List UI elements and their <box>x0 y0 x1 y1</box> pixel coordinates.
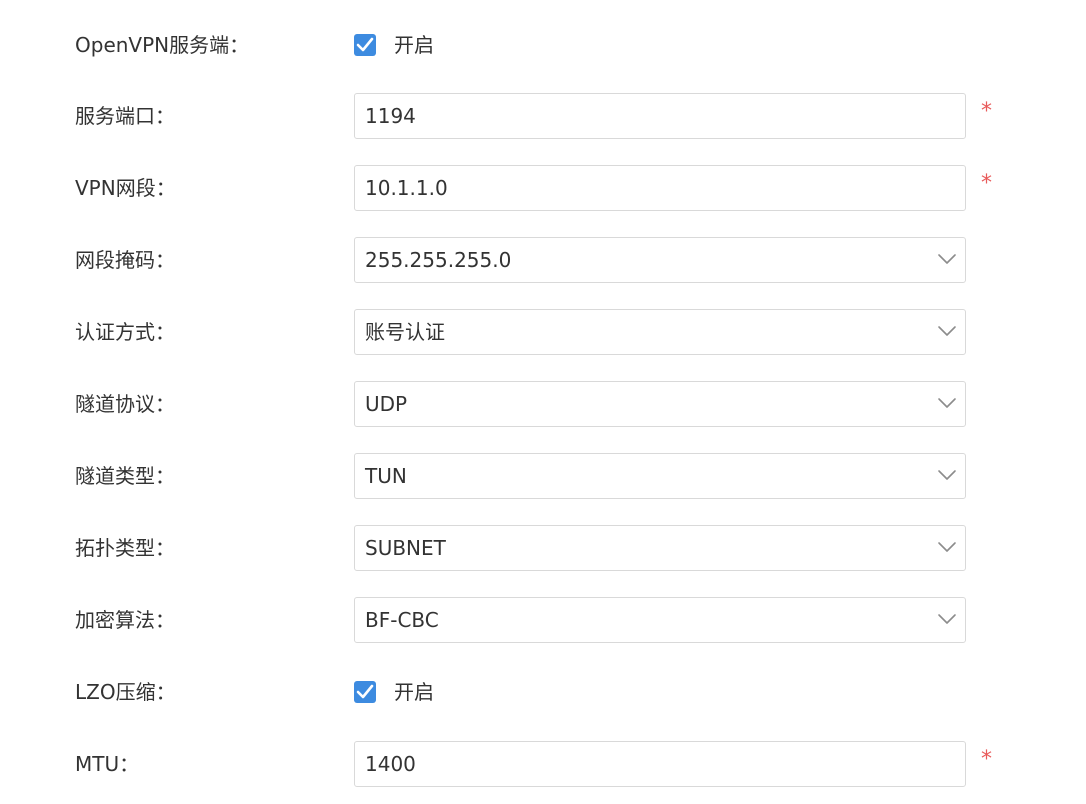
topology-type-select[interactable]: SUBNET <box>354 525 966 571</box>
encryption-label: 加密算法： <box>75 608 175 632</box>
auth-method-label: 认证方式： <box>75 320 175 344</box>
row-tunnel-type: 隧道类型： TUN <box>0 452 1086 500</box>
tunnel-type-value: TUN <box>365 464 407 488</box>
tunnel-type-select[interactable]: TUN <box>354 453 966 499</box>
mtu-field <box>354 741 966 787</box>
vpn-subnet-field <box>354 165 966 211</box>
mtu-required-mark: * <box>981 747 992 772</box>
lzo-label: LZO压缩： <box>75 680 176 704</box>
mtu-label: MTU： <box>75 752 140 776</box>
lzo-checkbox-label: 开启 <box>394 680 434 704</box>
topology-type-value: SUBNET <box>365 536 446 560</box>
service-port-field <box>354 93 966 139</box>
checkbox-checked-icon <box>356 37 374 52</box>
row-lzo: LZO压缩： 开启 <box>0 668 1086 716</box>
encryption-select[interactable]: BF-CBC <box>354 597 966 643</box>
tunnel-protocol-value: UDP <box>365 392 408 416</box>
openvpn-server-checkbox-label: 开启 <box>394 33 434 57</box>
vpn-subnet-input[interactable] <box>355 166 925 210</box>
row-subnet-mask: 网段掩码： 255.255.255.0 <box>0 236 1086 284</box>
row-tunnel-protocol: 隧道协议： UDP <box>0 380 1086 428</box>
chevron-down-icon <box>938 398 956 408</box>
row-openvpn-server: OpenVPN服务端： 开启 <box>0 21 1086 69</box>
topology-type-label: 拓扑类型： <box>75 536 175 560</box>
chevron-down-icon <box>938 614 956 624</box>
chevron-down-icon <box>938 542 956 552</box>
checkbox-checked-icon <box>356 684 374 699</box>
chevron-down-icon <box>938 470 956 480</box>
vpn-subnet-required-mark: * <box>981 171 992 196</box>
auth-method-select[interactable]: 账号认证 <box>354 309 966 355</box>
service-port-required-mark: * <box>981 99 992 124</box>
tunnel-type-label: 隧道类型： <box>75 464 175 488</box>
row-encryption: 加密算法： BF-CBC <box>0 596 1086 644</box>
row-auth-method: 认证方式： 账号认证 <box>0 308 1086 356</box>
service-port-label: 服务端口： <box>75 104 175 128</box>
tunnel-protocol-select[interactable]: UDP <box>354 381 966 427</box>
row-vpn-subnet: VPN网段： * <box>0 164 1086 212</box>
service-port-input[interactable] <box>355 94 925 138</box>
lzo-checkbox[interactable] <box>354 681 376 703</box>
auth-method-value: 账号认证 <box>365 320 445 344</box>
chevron-down-icon <box>938 254 956 264</box>
subnet-mask-value: 255.255.255.0 <box>365 248 512 272</box>
row-topology-type: 拓扑类型： SUBNET <box>0 524 1086 572</box>
openvpn-settings-form: OpenVPN服务端： 开启 服务端口： * VPN网段： * 网段掩码： 25… <box>0 0 1086 804</box>
row-service-port: 服务端口： * <box>0 92 1086 140</box>
chevron-down-icon <box>938 326 956 336</box>
openvpn-server-toggle[interactable]: 开启 <box>354 33 434 57</box>
subnet-mask-select[interactable]: 255.255.255.0 <box>354 237 966 283</box>
subnet-mask-label: 网段掩码： <box>75 248 175 272</box>
vpn-subnet-label: VPN网段： <box>75 176 176 200</box>
encryption-value: BF-CBC <box>365 608 439 632</box>
lzo-toggle[interactable]: 开启 <box>354 680 434 704</box>
row-mtu: MTU： * <box>0 740 1086 788</box>
mtu-input[interactable] <box>355 742 925 786</box>
openvpn-server-checkbox[interactable] <box>354 34 376 56</box>
tunnel-protocol-label: 隧道协议： <box>75 392 175 416</box>
openvpn-server-label: OpenVPN服务端： <box>75 33 250 57</box>
